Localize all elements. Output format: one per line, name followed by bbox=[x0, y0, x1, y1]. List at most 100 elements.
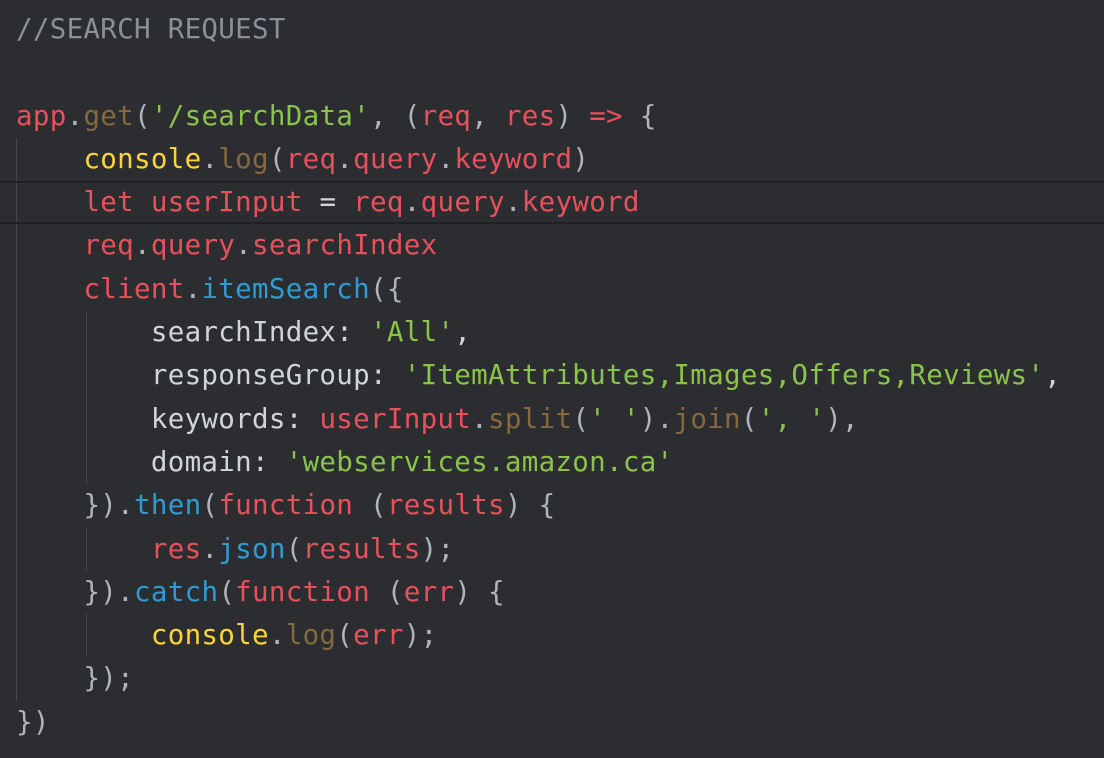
code-token: ', ' bbox=[757, 402, 826, 435]
code-token: ( bbox=[353, 489, 387, 522]
code-token: ({ bbox=[370, 272, 404, 305]
code-editor[interactable]: //SEARCH REQUEST app.get('/searchData', (… bbox=[0, 0, 1104, 758]
code-token: console bbox=[150, 619, 269, 652]
code-token: , bbox=[1044, 359, 1062, 392]
code-token: keyword bbox=[454, 142, 573, 175]
code-token: ), bbox=[825, 402, 859, 435]
code-token: . bbox=[66, 99, 84, 132]
line-text: }); bbox=[16, 657, 134, 700]
code-token: . bbox=[504, 186, 522, 219]
code-token: userInput bbox=[150, 186, 303, 219]
code-line[interactable]: searchIndex: 'All', bbox=[0, 311, 1104, 355]
line-text: client.itemSearch({ bbox=[16, 268, 404, 311]
code-token: ( bbox=[336, 619, 354, 652]
code-token: . bbox=[268, 619, 286, 652]
code-token: req bbox=[83, 229, 135, 262]
code-token: req bbox=[285, 142, 337, 175]
code-token: { bbox=[622, 99, 657, 132]
line-text: //SEARCH REQUEST bbox=[16, 8, 286, 51]
code-token: json bbox=[218, 532, 286, 565]
code-token: function bbox=[218, 489, 354, 522]
code-line[interactable]: }); bbox=[0, 657, 1104, 701]
code-token: itemSearch bbox=[201, 272, 371, 305]
code-line[interactable]: client.itemSearch({ bbox=[0, 267, 1104, 312]
line-text: let userInput = req.query.keyword bbox=[16, 183, 640, 222]
code-line[interactable]: }) bbox=[0, 701, 1104, 744]
code-token: req bbox=[353, 186, 404, 219]
code-token: ) bbox=[555, 99, 590, 132]
code-token: log bbox=[285, 619, 337, 652]
code-token: client bbox=[83, 272, 185, 305]
code-token: }) bbox=[16, 705, 50, 738]
code-token: , bbox=[471, 99, 505, 132]
code-token: 'All' bbox=[370, 316, 455, 349]
line-text: }) bbox=[16, 701, 50, 744]
code-token: ( bbox=[268, 142, 286, 175]
code-token: ( bbox=[218, 575, 236, 608]
code-line[interactable]: //SEARCH REQUEST bbox=[0, 8, 1104, 51]
code-area[interactable]: //SEARCH REQUEST app.get('/searchData', (… bbox=[0, 8, 1104, 744]
code-token: , bbox=[370, 99, 404, 132]
code-token: }) bbox=[83, 575, 118, 608]
line-text: res.json(results); bbox=[16, 528, 454, 571]
code-token: res bbox=[504, 99, 556, 132]
code-line[interactable]: console.log(err); bbox=[0, 614, 1104, 658]
code-token: err bbox=[403, 575, 455, 608]
code-token: keyword bbox=[521, 186, 640, 219]
line-text: console.log(err); bbox=[16, 614, 437, 657]
code-token: : bbox=[336, 316, 370, 349]
code-token: }) bbox=[83, 489, 118, 522]
line-text: keywords: userInput.split(' ').join(', '… bbox=[16, 398, 859, 441]
code-token: keywords bbox=[150, 402, 286, 435]
line-text: domain: 'webservices.amazon.ca' bbox=[16, 441, 673, 484]
code-line[interactable]: }).then(function (results) { bbox=[0, 484, 1104, 528]
code-line[interactable]: res.json(results); bbox=[0, 527, 1104, 571]
code-token: => bbox=[589, 99, 623, 132]
code-token: ); bbox=[420, 532, 455, 565]
code-token: . bbox=[235, 229, 253, 262]
code-token: res bbox=[150, 532, 202, 565]
code-token: ( bbox=[572, 402, 590, 435]
code-line[interactable]: }).catch(function (err) { bbox=[0, 570, 1104, 615]
code-token: : bbox=[252, 445, 286, 478]
code-token: . bbox=[184, 272, 202, 305]
code-token: . bbox=[201, 142, 219, 175]
line-text: }).catch(function (err) { bbox=[16, 571, 505, 614]
code-token: userInput bbox=[319, 402, 472, 435]
code-line[interactable]: console.log(req.query.keyword) bbox=[0, 137, 1104, 182]
line-text: }).then(function (results) { bbox=[16, 484, 555, 527]
line-text: req.query.searchIndex bbox=[16, 224, 437, 267]
code-token: let bbox=[83, 186, 151, 219]
code-token: split bbox=[488, 402, 573, 435]
code-token: . bbox=[437, 142, 455, 175]
code-token: : bbox=[285, 402, 320, 435]
code-line[interactable]: responseGroup: 'ItemAttributes,Images,Of… bbox=[0, 354, 1104, 398]
code-token: . bbox=[471, 402, 489, 435]
code-token: ( bbox=[285, 532, 303, 565]
code-token: '/searchData' bbox=[150, 99, 371, 132]
code-token: ( bbox=[134, 99, 151, 132]
code-line[interactable]: req.query.searchIndex bbox=[0, 224, 1104, 268]
code-line[interactable]: domain: 'webservices.amazon.ca' bbox=[0, 440, 1104, 485]
code-token: . bbox=[117, 489, 135, 522]
code-token: //SEARCH REQUEST bbox=[16, 13, 286, 45]
code-token: . bbox=[201, 532, 219, 565]
code-line[interactable]: app.get('/searchData', (req, res) => { bbox=[0, 95, 1104, 138]
code-line[interactable] bbox=[0, 51, 1104, 94]
code-line[interactable]: keywords: userInput.split(' ').join(', '… bbox=[0, 397, 1104, 441]
code-token: ( bbox=[740, 402, 758, 435]
code-token: ) { bbox=[504, 489, 556, 522]
line-text: console.log(req.query.keyword) bbox=[16, 138, 589, 181]
code-token: ). bbox=[639, 402, 674, 435]
code-token: ); bbox=[403, 619, 438, 652]
code-token: function bbox=[235, 575, 371, 608]
code-line[interactable]: let userInput = req.query.keyword bbox=[0, 181, 1104, 225]
